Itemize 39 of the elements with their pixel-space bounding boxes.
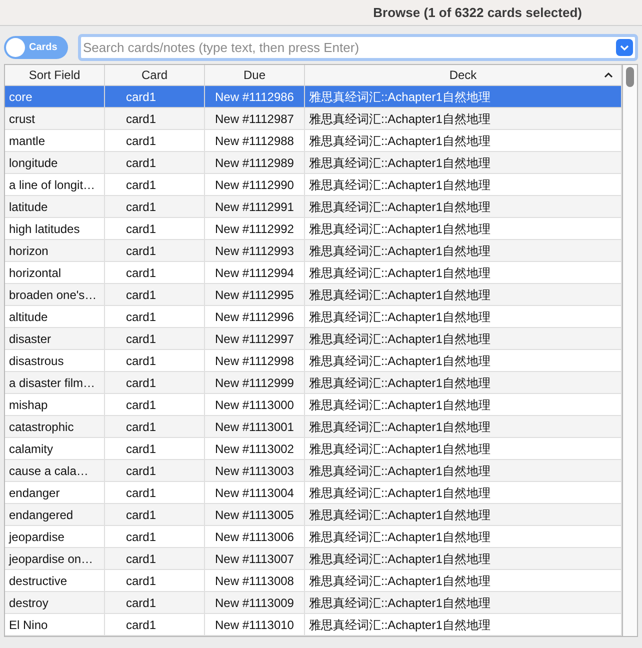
table-row[interactable]: core card1 New #1112986 雅思真经词汇::Achapter1自然地理 [5,86,622,108]
table-row[interactable]: horizontal card1 New #1112994 雅思真经词汇::Achapter1自然地理 [5,262,622,284]
column-header[interactable]: Deck [305,65,622,85]
table-row[interactable]: El Nino card1 New #1113010 雅思真经词汇::Achapter1自然地理 [5,614,622,636]
scrollbar[interactable] [623,64,638,637]
table-row[interactable]: mishap card1 New #1113000 雅思真经词汇::Achapter1自然地理 [5,394,622,416]
table-row[interactable]: disastrous card1 New #1112998 雅思真经词汇::Achapter1自然地理 [5,350,622,372]
table-row[interactable]: mantle card1 New #1112988 雅思真经词汇::Achapter1自然地理 [5,130,622,152]
table-row[interactable]: altitude card1 New #1112996 雅思真经词汇::Achapter1自然地理 [5,306,622,328]
table-cell: El Nino [5,614,105,636]
scrollbar-thumb[interactable] [626,67,634,87]
table-row[interactable]: horizon card1 New #1112993 雅思真经词汇::Achapter1自然地理 [5,240,622,262]
table-row[interactable]: disaster card1 New #1112997 雅思真经词汇::Achapter1自然地理 [5,328,622,350]
table-row[interactable]: destroy card1 New #1113009 雅思真经词汇::Achapter1自然地理 [5,592,622,614]
table-row[interactable]: cause a cala… card1 New #1113003 雅思真经词汇::Achapter1自然地理 [5,460,622,482]
column-header[interactable]: Card [105,65,205,85]
table-row[interactable]: high latitudes card1 New #1112992 雅思真经词汇::Achapter1自然地理 [5,218,622,240]
table-row[interactable]: jeopardise card1 New #1113006 雅思真经词汇::Achapter1自然地理 [5,526,622,548]
table-row[interactable]: a line of longit… card1 New #1112990 雅思真经词汇::Achapter1自然地理 [5,174,622,196]
table-row[interactable]: latitude card1 New #1112991 雅思真经词汇::Achapter1自然地理 [5,196,622,218]
table-row[interactable]: broaden one's… card1 New #1112995 雅思真经词汇::Achapter1自然地理 [5,284,622,306]
search-field[interactable]: Search cards/notes (type text, then press Enter) [78,34,638,61]
table-row[interactable]: calamity card1 New #1113002 雅思真经词汇::Achapter1自然地理 [5,438,622,460]
table-row[interactable]: longitude card1 New #1112989 雅思真经词汇::Achapter1自然地理 [5,152,622,174]
table-cell: card1 [105,614,205,636]
column-header[interactable]: Due [205,65,305,85]
table-row[interactable]: endanger card1 New #1113004 雅思真经词汇::Achapter1自然地理 [5,482,622,504]
table-row[interactable]: jeopardise on… card1 New #1113007 雅思真经词汇::Achapter1自然地理 [5,548,622,570]
table-row[interactable]: catastrophic card1 New #1113001 雅思真经词汇::Achapter1自然地理 [5,416,622,438]
dropdown-icon[interactable] [616,39,633,56]
table-cell: 雅思真经词汇::Achapter1自然地理 [305,614,622,636]
table-row[interactable]: a disaster film… card1 New #1112999 雅思真经词汇::Achapter1自然地理 [5,372,622,394]
window-title: Browse (1 of 6322 cards selected) [373,4,582,22]
toggle-knob [6,38,25,57]
table-row[interactable]: destructive card1 New #1113008 雅思真经词汇::Achapter1自然地理 [5,570,622,592]
table-row[interactable]: crust card1 New #1112987 雅思真经词汇::Achapter1自然地理 [5,108,622,130]
column-header[interactable]: Sort Field [5,65,105,85]
table-row[interactable]: endangered card1 New #1113005 雅思真经词汇::Achapter1自然地理 [5,504,622,526]
table-cell: New #1113010 [205,614,305,636]
